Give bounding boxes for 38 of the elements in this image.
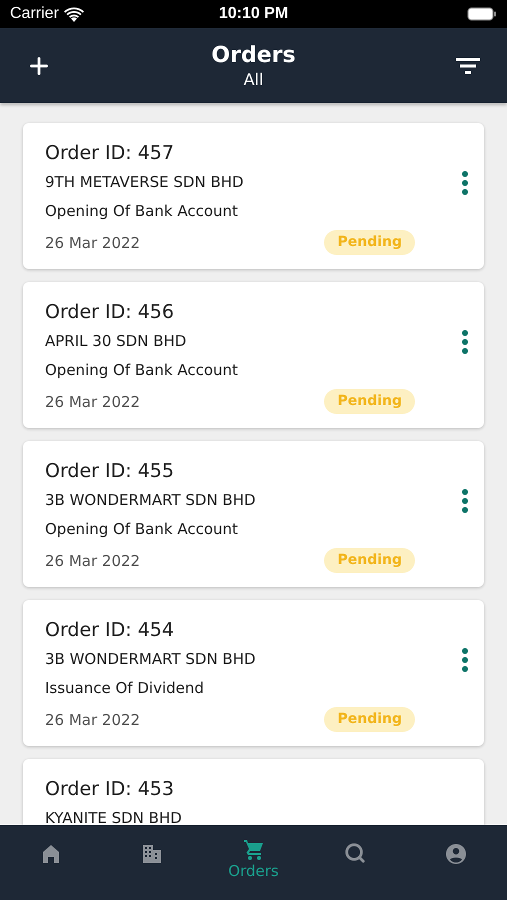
order-date: 26 Mar 2022 xyxy=(45,232,140,252)
order-card[interactable]: Order ID: 455 3B WONDERMART SDN BHD Opening Of Bank Account 26 Mar 2022 Pending xyxy=(23,441,484,587)
order-date: 26 Mar 2022 xyxy=(45,550,140,570)
service-name: Opening Of Bank Account xyxy=(45,201,239,221)
account-icon xyxy=(444,842,468,866)
order-id: Order ID: 453 xyxy=(45,777,175,801)
battery-icon xyxy=(467,7,497,21)
status-badge: Pending xyxy=(324,230,415,255)
status-badge: Pending xyxy=(324,707,415,732)
order-id: Order ID: 457 xyxy=(45,141,175,165)
service-name: Opening Of Bank Account xyxy=(45,360,239,380)
company-name: KYANITE SDN BHD xyxy=(45,808,183,825)
wifi-icon xyxy=(64,6,84,22)
clock-time: 10:10 PM xyxy=(218,4,288,24)
status-badge: Pending xyxy=(324,548,415,573)
header-subtitle: All xyxy=(244,70,264,90)
company-name: 3B WONDERMART SDN BHD xyxy=(45,649,257,669)
order-date: 26 Mar 2022 xyxy=(45,392,140,412)
service-name: Opening Of Bank Account xyxy=(45,519,239,539)
order-card[interactable]: Order ID: 457 9TH METAVERSE SDN BHD Opening Of Bank Account 26 Mar 2022 Pending xyxy=(23,123,484,269)
order-date: 26 Mar 2022 xyxy=(45,710,140,730)
tab-item[interactable]: Orders xyxy=(202,838,304,880)
order-id: Order ID: 456 xyxy=(45,300,175,324)
cart-icon xyxy=(242,838,266,862)
company-name: 3B WONDERMART SDN BHD xyxy=(45,490,257,510)
order-card[interactable]: Order ID: 456 APRIL 30 SDN BHD Opening Of Bank Account 26 Mar 2022 Pending xyxy=(23,282,484,428)
order-card[interactable]: Order ID: 454 3B WONDERMART SDN BHD Issuance Of Dividend 26 Mar 2022 Pending xyxy=(23,600,484,746)
search-icon xyxy=(344,842,366,864)
header-title: Orders xyxy=(211,42,296,70)
order-id: Order ID: 455 xyxy=(45,459,175,483)
order-id: Order ID: 454 xyxy=(45,618,175,642)
status-badge: Pending xyxy=(324,389,415,414)
company-name: APRIL 30 SDN BHD xyxy=(45,331,188,351)
service-name: Issuance Of Dividend xyxy=(45,678,205,698)
company-name: 9TH METAVERSE SDN BHD xyxy=(45,172,245,192)
order-card[interactable]: Order ID: 453 KYANITE SDN BHD xyxy=(23,759,484,825)
filter-button[interactable] xyxy=(454,56,481,76)
carrier-label: Carrier xyxy=(10,4,59,24)
